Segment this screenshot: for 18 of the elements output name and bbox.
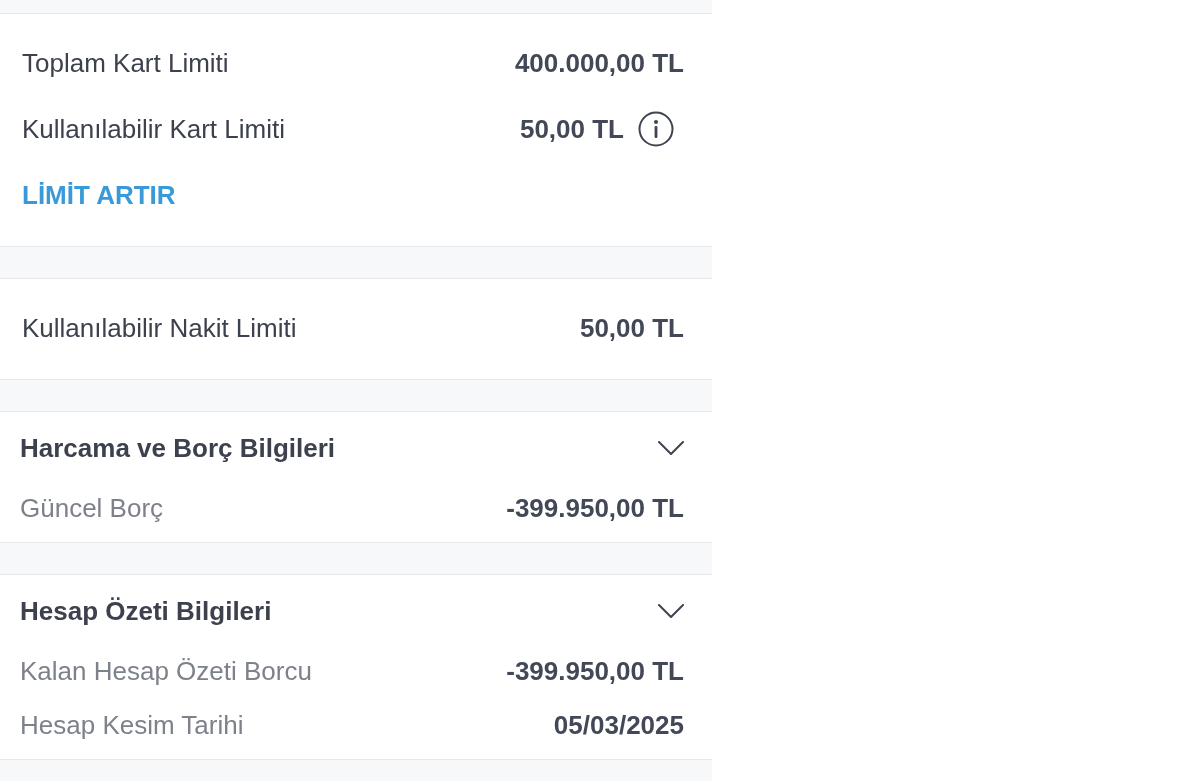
row-value: 50,00 TL (519, 113, 624, 145)
section-title: Hesap Özeti Bilgileri (20, 595, 272, 627)
chevron-down-icon[interactable] (658, 604, 684, 618)
section-title: Harcama ve Borç Bilgileri (20, 432, 336, 464)
info-icon[interactable] (638, 111, 674, 147)
row-value: -399.950,00 TL (506, 492, 684, 524)
row-label: Kullanılabilir Nakit Limiti (22, 312, 297, 344)
row-value: 50,00 TL (579, 312, 684, 344)
row-label: Güncel Borç (20, 492, 164, 524)
row-label: Hesap Kesim Tarihi (20, 709, 244, 741)
row-label: Kalan Hesap Özeti Borcu (20, 655, 312, 687)
row-label: Kullanılabilir Kart Limiti (22, 113, 285, 145)
increase-limit-link[interactable]: LİMİT ARTIR (22, 179, 176, 211)
row-label: Toplam Kart Limiti (22, 47, 229, 79)
row-value: 400.000,00 TL (514, 47, 684, 79)
row-value: -399.950,00 TL (506, 655, 684, 687)
chevron-down-icon[interactable] (658, 441, 684, 455)
row-value: 05/03/2025 (553, 709, 684, 741)
